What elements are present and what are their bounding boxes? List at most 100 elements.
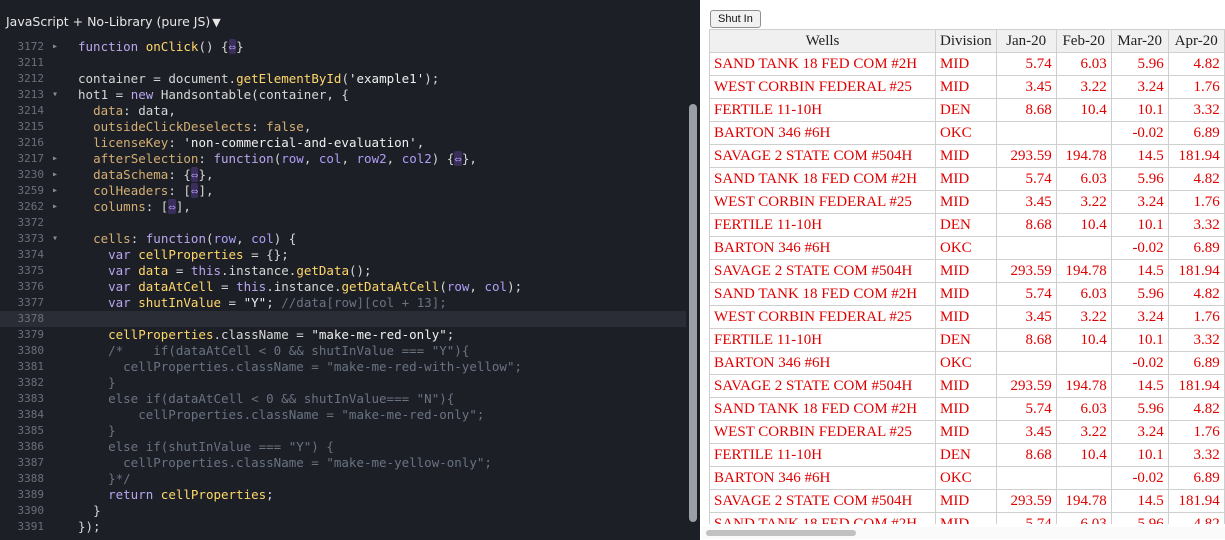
grid-cell[interactable]: DEN [935, 98, 997, 122]
fold-closed-icon[interactable]: ▸ [52, 39, 58, 55]
code-line[interactable]: 3391}); [0, 519, 686, 535]
grid-cell[interactable]: 8.68 [995, 443, 1057, 467]
grid-scrollbar-thumb[interactable] [706, 530, 856, 536]
grid-cell[interactable]: 3.24 [1110, 190, 1169, 214]
code-line[interactable]: 3216 licenseKey: 'non-commercial-and-eva… [0, 135, 686, 151]
grid-cell[interactable]: MID [935, 489, 997, 513]
code-line[interactable]: 3378 [0, 311, 686, 327]
grid-cell[interactable]: MID [935, 259, 997, 283]
grid-cell[interactable] [995, 351, 1057, 375]
grid-cell[interactable]: BARTON 346 #6H [709, 466, 936, 490]
grid-cell[interactable]: MID [935, 282, 997, 306]
grid-cell[interactable]: SAND TANK 18 FED COM #2H [709, 512, 936, 524]
code-line[interactable]: 3259 ▸ colHeaders: [⇔], [0, 183, 686, 199]
grid-cell[interactable]: 8.68 [995, 213, 1057, 237]
code-line[interactable]: 3380 /* if(dataAtCell < 0 && shutInValue… [0, 343, 686, 359]
grid-cell[interactable]: 293.59 [995, 489, 1057, 513]
grid-cell[interactable]: 181.94 [1167, 144, 1225, 168]
column-header[interactable]: Apr-20 [1167, 29, 1225, 53]
grid-cell[interactable]: MID [935, 305, 997, 329]
grid-cell[interactable]: 3.24 [1110, 420, 1169, 444]
column-header[interactable]: Feb-20 [1055, 29, 1112, 53]
grid-cell[interactable]: 3.32 [1167, 213, 1225, 237]
grid-cell[interactable]: WEST CORBIN FEDERAL #25 [709, 420, 936, 444]
column-header[interactable]: Wells [709, 29, 936, 53]
code-line[interactable]: 3262 ▸ columns: [⇔], [0, 199, 686, 215]
grid-cell[interactable]: -0.02 [1110, 466, 1169, 490]
grid-cell[interactable]: 4.82 [1167, 282, 1225, 306]
code-line[interactable]: 3384 cellProperties.className = "make-me… [0, 407, 686, 423]
code-line[interactable]: 3390 } [0, 503, 686, 519]
grid-cell[interactable]: SAVAGE 2 STATE COM #504H [709, 144, 936, 168]
code-line[interactable]: 3379 cellProperties.className = "make-me… [0, 327, 686, 343]
grid-cell[interactable]: 3.22 [1055, 420, 1112, 444]
grid-cell[interactable]: 3.45 [995, 190, 1057, 214]
grid-cell[interactable]: 6.03 [1055, 397, 1112, 421]
grid-cell[interactable]: MID [935, 512, 997, 524]
grid-cell[interactable]: SAND TANK 18 FED COM #2H [709, 167, 936, 191]
fold-closed-icon[interactable]: ▸ [52, 199, 58, 215]
grid-cell[interactable]: 3.24 [1110, 305, 1169, 329]
grid-cell[interactable]: DEN [935, 443, 997, 467]
grid-cell[interactable]: 3.45 [995, 305, 1057, 329]
grid-cell[interactable]: 194.78 [1055, 374, 1112, 398]
fold-closed-icon[interactable]: ▸ [52, 167, 58, 183]
grid-cell[interactable]: OKC [935, 121, 997, 145]
grid-cell[interactable]: -0.02 [1110, 236, 1169, 260]
grid-cell[interactable]: 6.89 [1167, 351, 1225, 375]
grid-cell[interactable]: 10.1 [1110, 213, 1169, 237]
grid-cell[interactable]: OKC [935, 466, 997, 490]
grid-cell[interactable]: MID [935, 52, 997, 76]
grid-cell[interactable]: 6.03 [1055, 167, 1112, 191]
column-header[interactable]: Jan-20 [995, 29, 1057, 53]
grid-cell[interactable]: 1.76 [1167, 305, 1225, 329]
grid-cell[interactable]: 1.76 [1167, 75, 1225, 99]
code-line[interactable]: 3213 ▾ hot1 = new Handsontable(container, … [0, 87, 686, 103]
grid-cell[interactable] [1055, 351, 1112, 375]
grid-cell[interactable]: MID [935, 190, 997, 214]
grid-cell[interactable]: MID [935, 397, 997, 421]
grid-cell[interactable]: SAND TANK 18 FED COM #2H [709, 52, 936, 76]
grid-cell[interactable]: OKC [935, 236, 997, 260]
grid-cell[interactable]: 3.24 [1110, 75, 1169, 99]
grid-cell[interactable]: 3.22 [1055, 190, 1112, 214]
grid-cell[interactable] [1055, 236, 1112, 260]
code-line[interactable]: 3382 } [0, 375, 686, 391]
grid-cell[interactable]: 181.94 [1167, 489, 1225, 513]
grid-cell[interactable]: DEN [935, 328, 997, 352]
grid-cell[interactable]: MID [935, 144, 997, 168]
grid-cell[interactable]: 10.4 [1055, 443, 1112, 467]
grid-cell[interactable]: FERTILE 11-10H [709, 328, 936, 352]
grid-cell[interactable]: 293.59 [995, 374, 1057, 398]
code-line[interactable]: 3212 container = document.getElementById(… [0, 71, 686, 87]
grid-cell[interactable]: 3.32 [1167, 443, 1225, 467]
code-line[interactable]: 3372 [0, 215, 686, 231]
grid-cell[interactable]: SAND TANK 18 FED COM #2H [709, 282, 936, 306]
code-line[interactable]: 3376 var dataAtCell = this.instance.getD… [0, 279, 686, 295]
grid-cell[interactable]: 4.82 [1167, 397, 1225, 421]
grid-cell[interactable]: 3.32 [1167, 98, 1225, 122]
grid-cell[interactable] [1055, 466, 1112, 490]
fold-closed-icon[interactable]: ▸ [52, 183, 58, 199]
grid-cell[interactable]: 1.76 [1167, 190, 1225, 214]
code-line[interactable]: 3386 else if(shutInValue === "Y") { [0, 439, 686, 455]
code-line[interactable]: 3215 outsideClickDeselects: false, [0, 119, 686, 135]
grid-cell[interactable]: SAVAGE 2 STATE COM #504H [709, 259, 936, 283]
grid-cell[interactable]: 5.74 [995, 52, 1057, 76]
code-line[interactable]: 3383 else if(dataAtCell < 0 && shutInVal… [0, 391, 686, 407]
column-header[interactable]: Division [935, 29, 997, 53]
grid-cell[interactable]: FERTILE 11-10H [709, 98, 936, 122]
grid-cell[interactable]: BARTON 346 #6H [709, 121, 936, 145]
grid-cell[interactable]: 5.96 [1110, 282, 1169, 306]
grid-cell[interactable]: BARTON 346 #6H [709, 236, 936, 260]
data-grid[interactable]: Wells Division Jan-20 Feb-20 Mar-20 Apr-20 SA… [709, 29, 1225, 524]
grid-cell[interactable]: 4.82 [1167, 512, 1225, 524]
code-line[interactable]: 3373 ▾ cells: function(row, col) { [0, 231, 686, 247]
grid-cell[interactable]: 293.59 [995, 259, 1057, 283]
grid-cell[interactable]: 5.96 [1110, 52, 1169, 76]
grid-cell[interactable]: 6.89 [1167, 121, 1225, 145]
grid-cell[interactable]: 6.03 [1055, 512, 1112, 524]
grid-cell[interactable]: SAVAGE 2 STATE COM #504H [709, 374, 936, 398]
grid-cell[interactable]: 6.03 [1055, 52, 1112, 76]
grid-cell[interactable]: 5.74 [995, 512, 1057, 524]
